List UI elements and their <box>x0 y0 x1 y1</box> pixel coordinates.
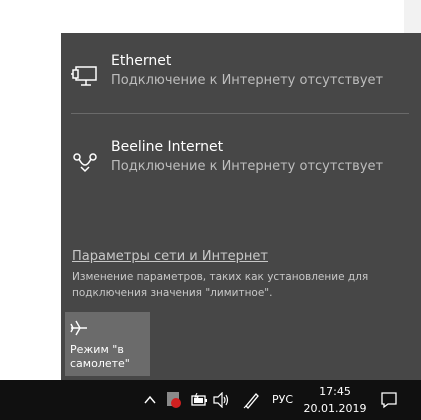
action-center-icon <box>380 391 398 413</box>
chevron-up-icon[interactable] <box>143 392 157 411</box>
volume-icon[interactable] <box>213 391 231 412</box>
network-name: Ethernet <box>111 53 172 69</box>
network-item-ethernet[interactable]: Ethernet Подключение к Интернету отсутст… <box>61 53 421 113</box>
network-flyout: Ethernet Подключение к Интернету отсутст… <box>61 33 421 380</box>
divider <box>71 113 409 114</box>
desktop-background <box>404 0 421 33</box>
antivirus-icon[interactable] <box>166 391 182 413</box>
clock-time: 17:45 <box>319 385 351 398</box>
network-item-beeline[interactable]: Beeline Internet Подключение к Интернету… <box>61 139 421 199</box>
network-settings-link[interactable]: Параметры сети и Интернет <box>72 249 268 264</box>
network-settings-description: Изменение параметров, таких как установл… <box>72 271 369 299</box>
airplane-icon <box>69 318 89 338</box>
pen-icon[interactable] <box>243 391 261 413</box>
clock-date: 20.01.2019 <box>303 402 367 415</box>
airplane-mode-button[interactable]: Режим "в самолете" <box>65 312 150 376</box>
clock[interactable]: 17:45 20.01.2019 <box>303 383 367 417</box>
battery-icon[interactable] <box>190 392 208 411</box>
network-name: Beeline Internet <box>111 139 224 155</box>
action-center-button[interactable] <box>372 380 421 420</box>
language-indicator[interactable]: РУС <box>272 393 293 406</box>
ethernet-icon <box>71 63 99 91</box>
dialup-icon <box>71 149 99 177</box>
airplane-mode-label: Режим "в самолете" <box>70 343 130 370</box>
network-status: Подключение к Интернету отсутствует <box>111 159 384 174</box>
network-status: Подключение к Интернету отсутствует <box>111 73 384 88</box>
taskbar: РУС 17:45 20.01.2019 <box>0 380 421 420</box>
